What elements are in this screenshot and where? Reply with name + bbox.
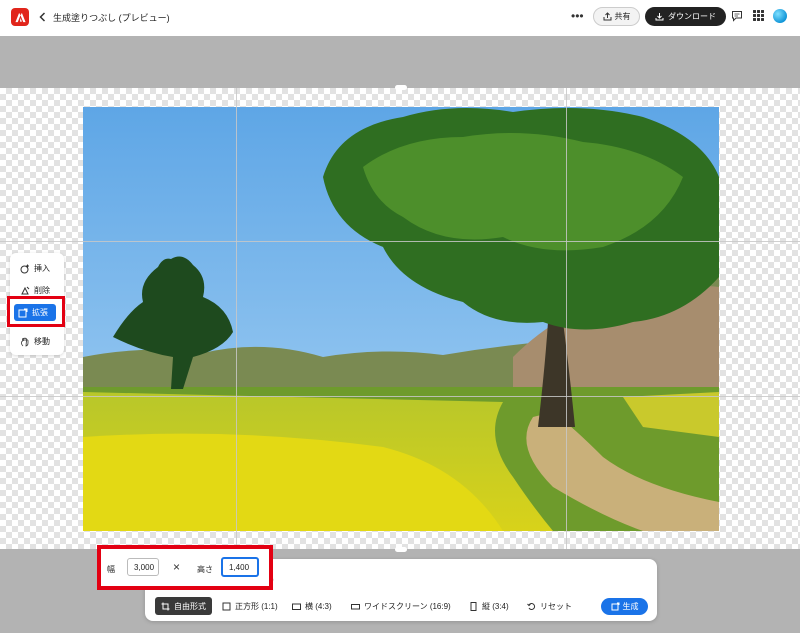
height-label: 高さ [197,565,213,574]
grid-line [0,396,800,397]
generate-icon [611,602,619,611]
generate-label: 生成 [622,602,639,611]
grid-line [566,88,567,549]
preset-free-form-label: 自由形式 [174,601,206,611]
share-icon [603,12,611,21]
preset-widescreen-label: ワイドスクリーン (16:9) [364,601,451,611]
canvas-image [83,107,719,531]
hand-move-icon [21,337,29,347]
share-button[interactable]: 共有 [593,7,640,26]
download-label: ダウンロード [668,12,716,21]
preset-portrait-label: 縦 (3:4) [482,601,509,611]
preset-landscape[interactable]: 横 (4:3) [292,597,332,615]
preset-widescreen[interactable]: ワイドスクリーン (16:9) [351,597,451,615]
avatar[interactable] [773,9,787,23]
width-input[interactable]: 3,000 [127,558,159,576]
top-bar: 生成塗りつぶし (プレビュー) ••• 共有 ダウンロード [0,0,800,36]
grid-line [0,241,800,242]
apps-grid-icon[interactable] [753,10,764,21]
generate-button[interactable]: 生成 [601,598,648,615]
download-button[interactable]: ダウンロード [645,7,726,26]
portrait-icon [470,601,477,611]
reset-icon [527,602,536,610]
more-options-button[interactable]: ••• [571,9,584,23]
square-icon [222,602,231,610]
times-icon: × [173,560,181,574]
insert-icon [20,264,29,273]
resize-handle-top[interactable] [395,85,407,90]
preset-landscape-label: 横 (4:3) [305,601,332,611]
width-label: 幅 [107,565,115,574]
tool-insert-label: 挿入 [34,264,50,273]
tool-move[interactable]: 移動 [20,336,50,347]
resize-handle-bottom[interactable] [395,547,407,552]
share-label: 共有 [614,12,631,21]
remove-icon [21,286,30,294]
grid-line [236,88,237,549]
crop-icon [161,602,170,610]
widescreen-icon [351,603,360,609]
comment-icon[interactable] [731,10,743,22]
height-input[interactable]: 1,400 [221,557,259,577]
back-chevron-icon[interactable] [37,10,47,24]
reset-button[interactable]: リセット [527,597,572,615]
adobe-logo-icon[interactable] [11,8,29,26]
download-icon [655,13,664,21]
page-title: 生成塗りつぶし (プレビュー) [53,13,170,23]
tool-move-label: 移動 [34,337,50,346]
reset-label: リセット [540,601,572,611]
tool-remove[interactable]: 削除 [20,285,50,296]
highlight-box-expand [7,296,65,327]
tool-insert[interactable]: 挿入 [20,263,50,274]
landscape-icon [292,603,301,610]
tool-remove-label: 削除 [34,286,50,295]
preset-free-form[interactable]: 自由形式 [155,597,212,615]
preset-square-label: 正方形 (1:1) [235,601,278,611]
preset-square[interactable]: 正方形 (1:1) [222,597,278,615]
preset-portrait[interactable]: 縦 (3:4) [469,597,509,615]
